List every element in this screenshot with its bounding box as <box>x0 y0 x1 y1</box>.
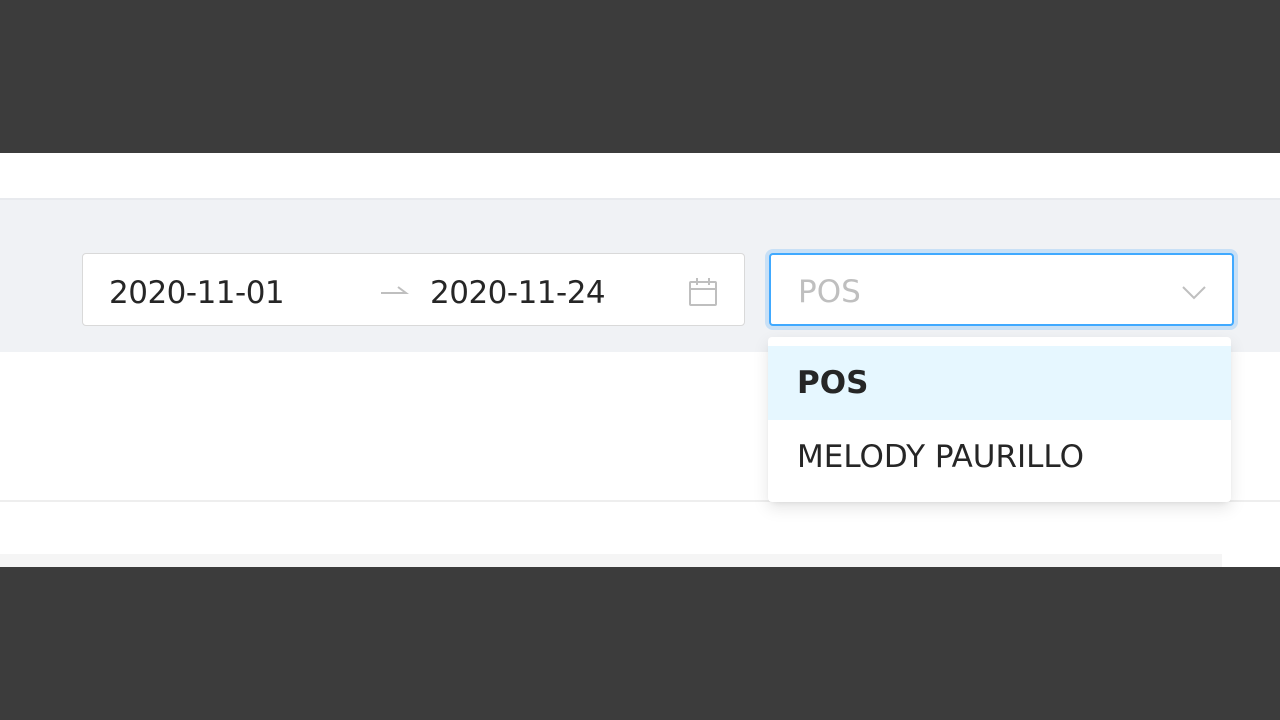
select-placeholder: POS <box>798 274 861 310</box>
select-dropdown: POS MELODY PAURILLO <box>768 337 1231 502</box>
arrow-right-icon <box>381 286 409 294</box>
dropdown-option-melody-paurillo[interactable]: MELODY PAURILLO <box>768 420 1231 494</box>
pos-select[interactable]: POS <box>769 253 1234 326</box>
option-label: MELODY PAURILLO <box>797 439 1084 475</box>
chevron-down-icon[interactable] <box>1179 281 1209 303</box>
date-range-picker[interactable]: 2020-11-01 2020-11-24 <box>82 253 745 326</box>
calendar-icon[interactable] <box>687 276 719 308</box>
app-screen: 2020-11-01 2020-11-24 POS POS MELODY PAU… <box>0 153 1280 567</box>
range-end-date[interactable]: 2020-11-24 <box>430 275 606 311</box>
table-header-strip <box>0 554 1222 567</box>
option-label: POS <box>797 365 869 401</box>
range-start-date[interactable]: 2020-11-01 <box>109 275 285 311</box>
dropdown-option-pos[interactable]: POS <box>768 346 1231 420</box>
